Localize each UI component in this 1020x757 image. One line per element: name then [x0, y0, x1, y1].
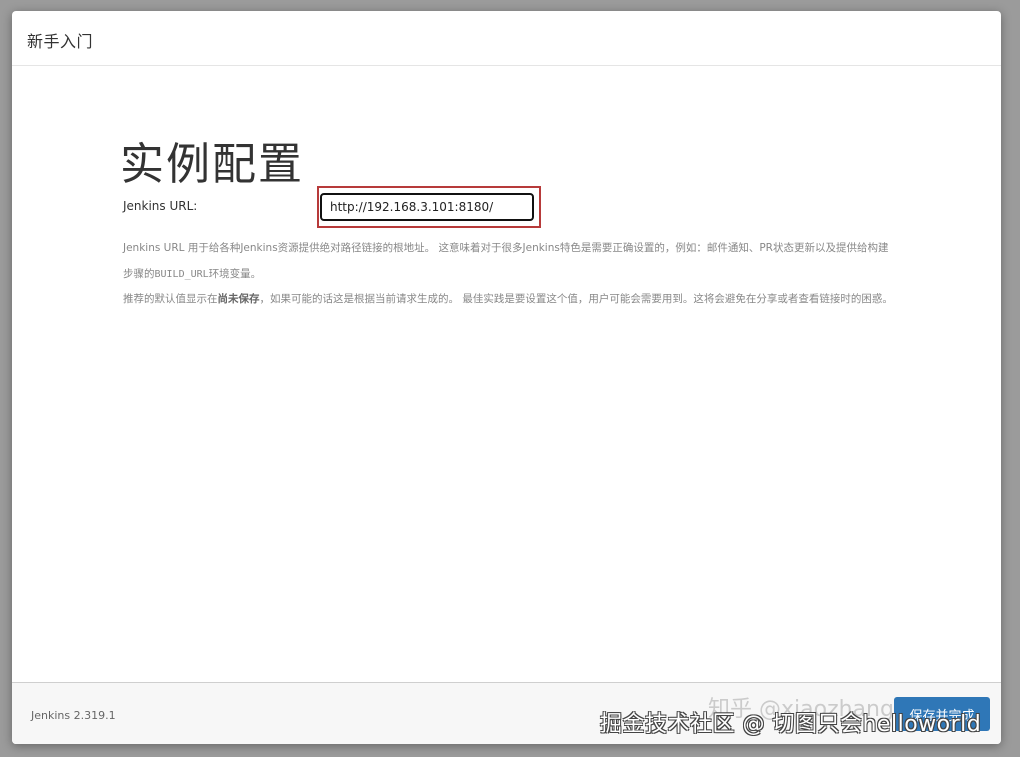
dialog-footer: Jenkins 2.319.1 保存并完成	[12, 682, 1001, 744]
dialog-header: 新手入门	[12, 11, 1001, 66]
help-paragraph-2: 推荐的默认值显示在尚未保存，如果可能的话这是根据当前请求生成的。 最佳实践是要设…	[123, 293, 893, 305]
build-url-code: BUILD_URL	[154, 268, 209, 280]
screen-backdrop: 新手入门 实例配置 Jenkins URL: Jenkins URL 用于给各种…	[0, 0, 1020, 757]
save-and-finish-button[interactable]: 保存并完成	[894, 697, 990, 731]
page-title: 实例配置	[120, 139, 304, 190]
jenkins-version: Jenkins 2.319.1	[31, 709, 116, 722]
not-saved-emphasis: 尚未保存	[217, 293, 260, 305]
jenkins-url-input[interactable]	[320, 193, 534, 221]
setup-wizard-dialog: 新手入门 实例配置 Jenkins URL: Jenkins URL 用于给各种…	[12, 11, 1001, 744]
help-paragraph-1: Jenkins URL 用于给各种Jenkins资源提供绝对路径链接的根地址。 …	[123, 242, 889, 280]
jenkins-url-label: Jenkins URL:	[123, 199, 198, 213]
jenkins-url-help: Jenkins URL 用于给各种Jenkins资源提供绝对路径链接的根地址。 …	[123, 236, 893, 313]
dialog-body: 实例配置 Jenkins URL: Jenkins URL 用于给各种Jenki…	[12, 66, 1001, 682]
dialog-title: 新手入门	[27, 32, 94, 51]
